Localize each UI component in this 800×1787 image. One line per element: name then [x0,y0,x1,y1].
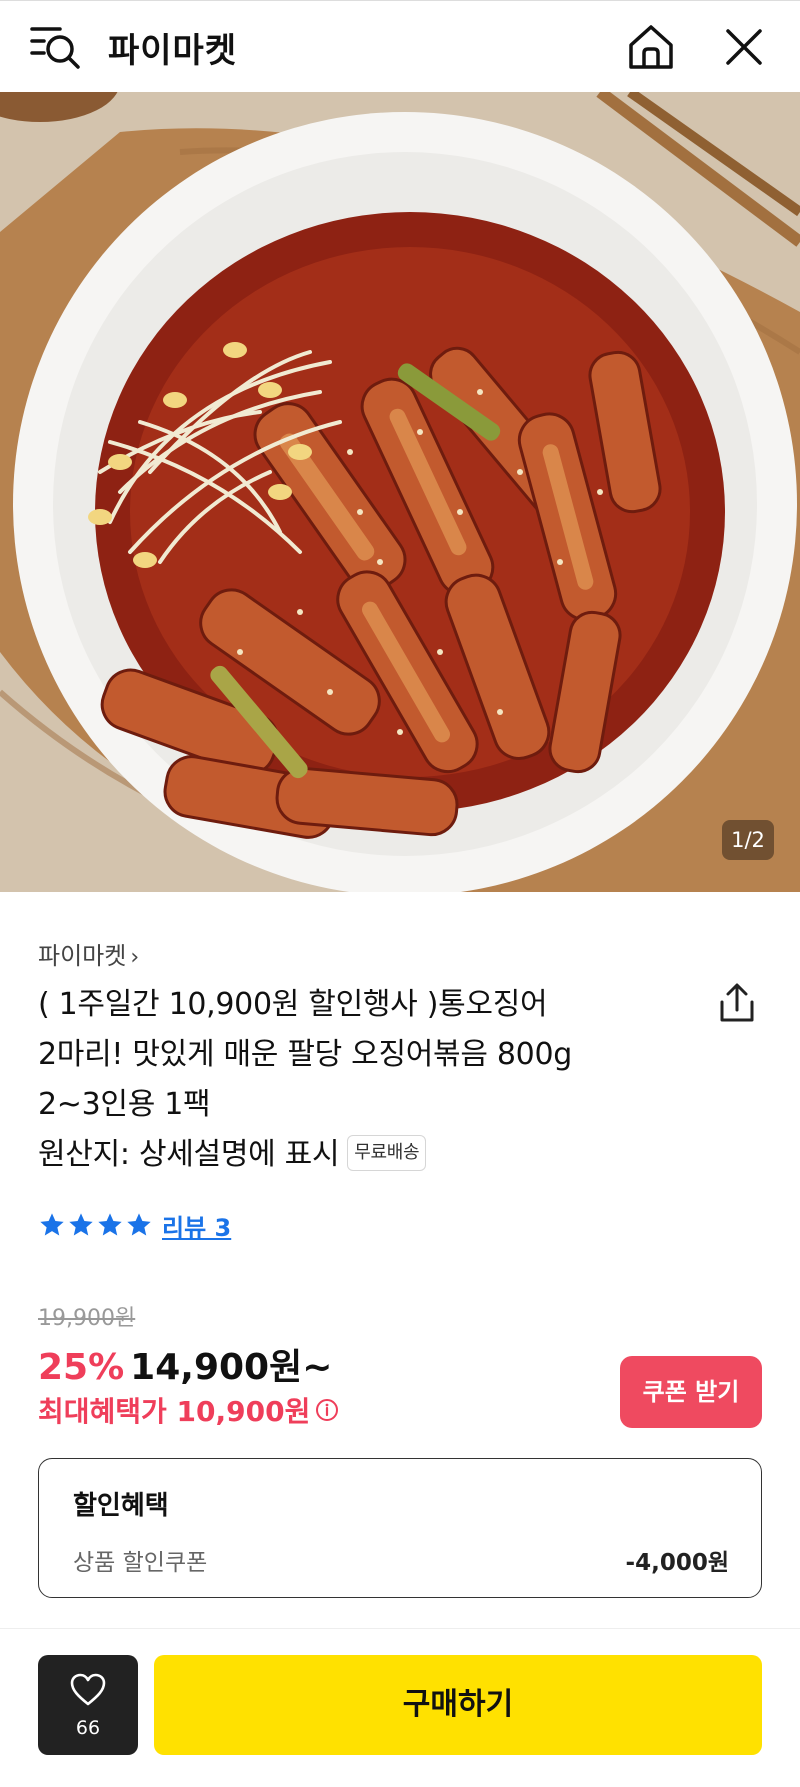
info-icon[interactable] [315,1398,339,1422]
product-photo [0,92,800,892]
free-shipping-badge: 무료배송 [347,1134,427,1171]
benefit-item-label: 상품 할인쿠폰 [73,1550,208,1576]
product-title-line: ( 1주일간 10,900원 할인행사 )통오징어 [38,987,548,1022]
buy-button[interactable]: 구매하기 [154,1655,762,1755]
product-title-line: 원산지: 상세설명에 표시 [38,1137,340,1172]
review-link[interactable]: 리뷰 3 [162,1208,231,1243]
home-icon[interactable] [625,21,677,73]
rating-stars: 리뷰 3 [38,1208,231,1243]
close-icon[interactable] [720,23,768,71]
image-page-indicator: 1/2 [722,820,774,860]
like-button[interactable]: 66 [38,1655,138,1755]
original-price: 19,900원 [38,1306,136,1331]
top-header: 파이마켓 [0,0,800,92]
benefits-title: 할인혜택 [73,1491,169,1521]
share-icon[interactable] [712,978,762,1028]
like-count: 66 [75,1717,101,1739]
discount-rate: 25% [38,1347,125,1388]
bottom-action-bar: 66 구매하기 [0,1628,800,1787]
product-image-carousel[interactable] [0,92,800,892]
discount-benefits-box: 할인혜택 상품 할인쿠폰 -4,000원 [38,1458,762,1598]
star-icon [98,1213,122,1236]
price-row: 25% 14,900원~ [38,1338,332,1390]
benefit-item-amount: -4,000원 [625,1550,729,1576]
product-origin-line: 원산지: 상세설명에 표시 무료배송 [38,1130,598,1180]
get-coupon-button[interactable]: 쿠폰 받기 [620,1356,762,1428]
product-title-line: 2마리! 맛있게 매운 팔당 오징어볶음 800g [38,1037,572,1072]
seller-link[interactable]: 파이마켓 › [38,936,139,971]
chevron-right-icon: › [130,945,140,970]
product-title-line: 2~3인용 1팩 [38,1087,211,1122]
heart-icon [70,1673,106,1706]
max-benefit-price[interactable]: 최대혜택가 10,900원 [38,1390,339,1430]
shop-title: 파이마켓 [108,31,238,71]
seller-name: 파이마켓 [38,942,127,970]
star-icon [127,1213,151,1236]
sale-price: 14,900원~ [130,1347,333,1388]
star-icon [69,1213,93,1236]
product-title: ( 1주일간 10,900원 할인행사 )통오징어 2마리! 맛있게 매운 팔당… [38,980,598,1180]
star-icon [40,1213,64,1236]
menu-search-icon[interactable] [30,23,86,73]
max-benefit-label: 최대혜택가 10,900원 [38,1395,311,1428]
